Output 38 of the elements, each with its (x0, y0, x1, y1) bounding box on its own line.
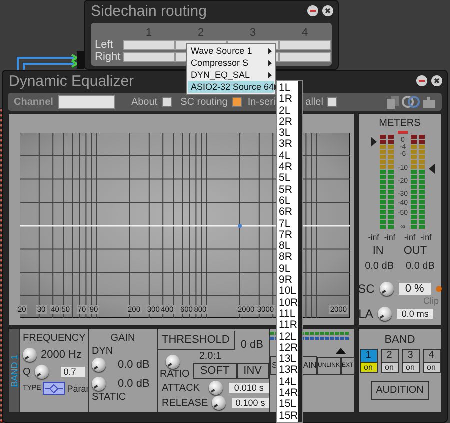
row-label: Right (95, 51, 122, 63)
channel-label: Channel (14, 96, 54, 108)
meter-value: 0.0 dB (365, 261, 394, 272)
threshold-value: 0 dB (240, 339, 264, 351)
static-label: STATIC (92, 392, 128, 403)
window-title: Sidechain routing (91, 2, 207, 20)
peak-value: -inf (420, 233, 432, 242)
column-header: 2 (196, 26, 206, 38)
option-label: About (131, 96, 158, 108)
band-title: BAND (384, 334, 416, 346)
column-header: 1 (144, 26, 154, 38)
option-label: allel (306, 96, 324, 108)
meters-title: METERS (379, 118, 421, 129)
ratio-value: 2.0:1 (199, 351, 223, 363)
ratio-label: RATIO (160, 369, 190, 380)
meter-value: 0.0 dB (406, 261, 435, 272)
peak-value: -inf (368, 233, 380, 242)
la-label: LA (358, 307, 374, 321)
q-label: Q (23, 366, 31, 378)
gain-value: 0.0 dB (118, 378, 150, 390)
section-title: FREQUENCY (23, 332, 85, 345)
section-title: GAIN (110, 332, 136, 345)
peak-value: -inf (384, 233, 396, 242)
band-label: BAND 1 (9, 354, 19, 387)
window-title: Dynamic Equalizer (9, 72, 134, 90)
filter-type: Parar (67, 384, 90, 394)
meter-label: IN (372, 245, 384, 257)
meter-label: OUT (404, 245, 428, 257)
sc-label: SC (358, 282, 375, 296)
frequency-value: 2000 Hz (41, 349, 82, 361)
dyn-label: DYN (92, 346, 114, 357)
time-label: RELEASE (162, 398, 206, 408)
gain-value: 0.0 dB (118, 359, 150, 371)
option-label: SC routing (180, 96, 228, 108)
row-label: Left (95, 39, 114, 51)
option-label: In-seri (248, 96, 276, 108)
peak-value: -inf (404, 233, 416, 242)
time-label: ATTACK (162, 382, 201, 394)
